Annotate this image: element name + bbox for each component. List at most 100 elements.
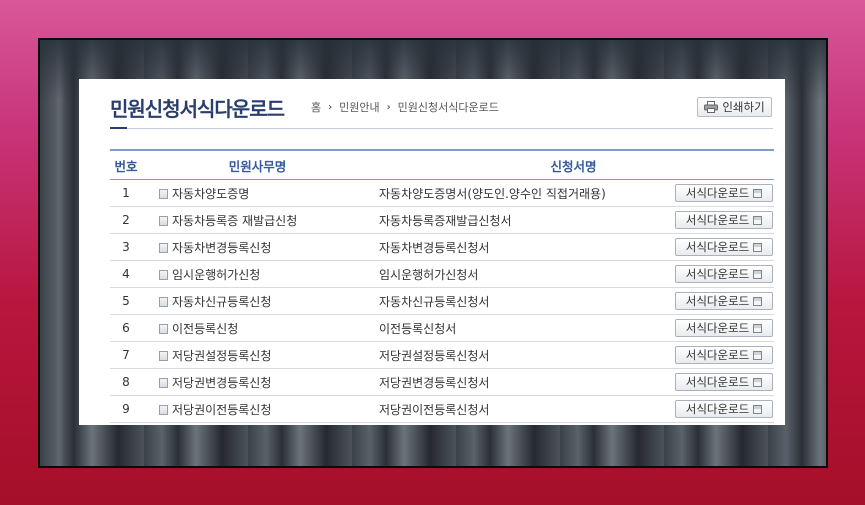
table-row: 4 임시운행허가신청 임시운행허가신청서 서식다운로드 (110, 260, 775, 288)
download-button[interactable]: 서식다운로드 (675, 400, 774, 418)
table-row: 8 저당권변경등록신청 저당권변경등록신청서 서식다운로드 (110, 368, 775, 396)
row-number: 3 (110, 233, 142, 261)
service-name[interactable]: 자동차등록증 재발급신청 (172, 214, 297, 228)
disk-icon (753, 242, 763, 252)
breadcrumb-guide[interactable]: 민원안내 (339, 99, 379, 115)
form-name: 자동차신규등록신청서 (373, 287, 671, 315)
service-name[interactable]: 이전등록신청 (172, 322, 238, 336)
service-name-cell[interactable]: 자동차신규등록신청 (142, 287, 373, 315)
download-label: 서식다운로드 (685, 240, 750, 254)
row-number: 7 (110, 341, 142, 369)
table-row: 3 자동차변경등록신청 자동차변경등록신청서 서식다운로드 (110, 233, 775, 261)
download-cell: 서식다운로드 (671, 368, 775, 396)
service-name[interactable]: 자동차변경등록신청 (172, 241, 271, 255)
download-cell: 서식다운로드 (671, 260, 775, 288)
download-button[interactable]: 서식다운로드 (675, 265, 774, 283)
download-cell: 서식다운로드 (671, 179, 775, 207)
table-header-row: 번호 민원사무명 신청서명 (110, 149, 775, 180)
breadcrumb-home[interactable]: 홈 (311, 99, 321, 115)
form-name: 이전등록신청서 (373, 314, 671, 342)
download-button[interactable]: 서식다운로드 (675, 292, 774, 310)
content-panel: 민원신청서식다운로드 홈 › 민원안내 › 민원신청서식다운로드 인쇄하기 번호… (79, 79, 785, 425)
row-number: 9 (110, 395, 142, 423)
document-icon (159, 269, 168, 280)
download-button[interactable]: 서식다운로드 (675, 238, 774, 256)
column-header-number: 번호 (110, 149, 142, 180)
download-button[interactable]: 서식다운로드 (675, 346, 774, 364)
print-label: 인쇄하기 (722, 100, 765, 114)
column-header-form: 신청서명 (373, 149, 775, 180)
service-name-cell[interactable]: 자동차변경등록신청 (142, 233, 373, 261)
form-name: 저당권변경등록신청서 (373, 368, 671, 396)
download-cell: 서식다운로드 (671, 395, 775, 423)
document-icon (159, 296, 168, 307)
download-label: 서식다운로드 (685, 375, 750, 389)
row-number: 5 (110, 287, 142, 315)
table-row: 7 저당권설정등록신청 저당권설정등록신청서 서식다운로드 (110, 341, 775, 369)
table-row: 2 자동차등록증 재발급신청 자동차등록증재발급신청서 서식다운로드 (110, 206, 775, 234)
download-button[interactable]: 서식다운로드 (675, 319, 774, 337)
print-button[interactable]: 인쇄하기 (697, 97, 772, 117)
printer-icon (704, 101, 719, 113)
disk-icon (753, 296, 763, 306)
download-label: 서식다운로드 (685, 321, 750, 335)
disk-icon (753, 377, 763, 387)
document-icon (159, 188, 168, 199)
download-button[interactable]: 서식다운로드 (675, 184, 774, 202)
service-name-cell[interactable]: 저당권설정등록신청 (142, 341, 373, 369)
download-label: 서식다운로드 (685, 348, 750, 362)
service-name[interactable]: 자동차신규등록신청 (172, 295, 271, 309)
service-name[interactable]: 저당권이전등록신청 (172, 403, 271, 417)
row-number: 6 (110, 314, 142, 342)
form-name: 저당권이전등록신청서 (373, 395, 671, 423)
download-label: 서식다운로드 (685, 402, 750, 416)
service-name-cell[interactable]: 이전등록신청 (142, 314, 373, 342)
service-name-cell[interactable]: 저당권이전등록신청 (142, 395, 373, 423)
title-divider (127, 128, 773, 129)
download-label: 서식다운로드 (685, 186, 750, 200)
download-label: 서식다운로드 (685, 294, 750, 308)
form-name: 임시운행허가신청서 (373, 260, 671, 288)
form-name: 저당권설정등록신청서 (373, 341, 671, 369)
download-cell: 서식다운로드 (671, 206, 775, 234)
download-cell: 서식다운로드 (671, 314, 775, 342)
service-name-cell[interactable]: 저당권변경등록신청 (142, 368, 373, 396)
row-number: 1 (110, 179, 142, 207)
breadcrumb: 홈 › 민원안내 › 민원신청서식다운로드 (311, 99, 499, 115)
download-label: 서식다운로드 (685, 213, 750, 227)
document-icon (159, 377, 168, 388)
download-button[interactable]: 서식다운로드 (675, 373, 774, 391)
service-name-cell[interactable]: 자동차양도증명 (142, 179, 373, 207)
download-cell: 서식다운로드 (671, 287, 775, 315)
disk-icon (753, 188, 763, 198)
disk-icon (753, 350, 763, 360)
download-cell: 서식다운로드 (671, 233, 775, 261)
disk-icon (753, 323, 763, 333)
row-number: 4 (110, 260, 142, 288)
table-row: 9 저당권이전등록신청 저당권이전등록신청서 서식다운로드 (110, 395, 775, 423)
document-icon (159, 350, 168, 361)
form-name: 자동차양도증명서(양도인.양수인 직접거래용) (373, 179, 671, 207)
download-label: 서식다운로드 (685, 267, 750, 281)
document-icon (159, 242, 168, 253)
disk-icon (753, 215, 763, 225)
title-accent-bar (110, 127, 127, 129)
service-name-cell[interactable]: 자동차등록증 재발급신청 (142, 206, 373, 234)
breadcrumb-current: 민원신청서식다운로드 (397, 101, 499, 114)
document-icon (159, 404, 168, 415)
form-download-table: 번호 민원사무명 신청서명 1 자동차양도증명 자동차양도증명서(양도인.양수인 직… (110, 149, 775, 423)
service-name[interactable]: 저당권변경등록신청 (172, 376, 271, 390)
row-number: 8 (110, 368, 142, 396)
service-name-cell[interactable]: 임시운행허가신청 (142, 260, 373, 288)
chevron-right-icon: › (386, 101, 391, 113)
service-name[interactable]: 임시운행허가신청 (172, 268, 260, 282)
disk-icon (753, 269, 763, 279)
service-name[interactable]: 자동차양도증명 (172, 187, 249, 201)
document-icon (159, 215, 168, 226)
form-name: 자동차등록증재발급신청서 (373, 206, 671, 234)
download-button[interactable]: 서식다운로드 (675, 211, 774, 229)
service-name[interactable]: 저당권설정등록신청 (172, 349, 271, 363)
disk-icon (753, 404, 763, 414)
table-row: 5 자동차신규등록신청 자동차신규등록신청서 서식다운로드 (110, 287, 775, 315)
page-title: 민원신청서식다운로드 (110, 97, 285, 121)
